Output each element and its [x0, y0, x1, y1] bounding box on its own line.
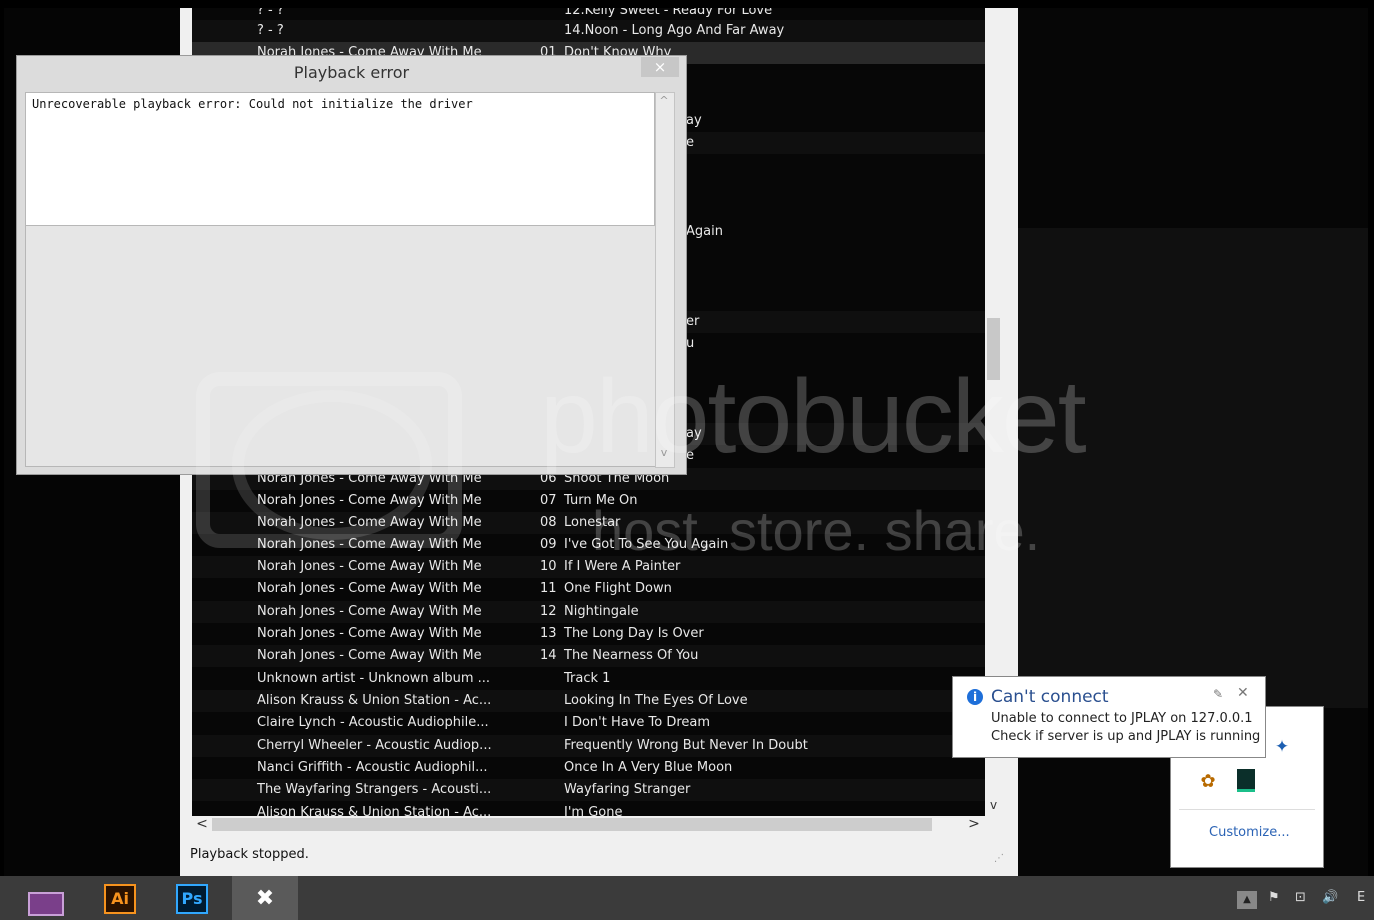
track-title-cell: Track 1: [564, 671, 611, 686]
track-title-cell: I Don't Have To Dream: [564, 715, 711, 730]
list-item[interactable]: ? - ? 14.Noon - Long Ago And Far Away: [192, 20, 985, 42]
artist-album-cell: Norah Jones - Come Away With Me: [257, 648, 482, 663]
track-title-cell: 14.Noon - Long Ago And Far Away: [564, 23, 785, 38]
track-title-cell: Wayfaring Stranger: [564, 782, 691, 797]
artist-album-cell: Norah Jones - Come Away With Me: [257, 581, 482, 596]
list-item[interactable]: Unknown artist - Unknown album ... Track…: [192, 668, 985, 690]
close-icon[interactable]: ✕: [1237, 685, 1249, 701]
dialog-close-button[interactable]: ×: [641, 57, 679, 77]
photoshop-icon[interactable]: Ps: [176, 884, 208, 914]
track-title-fragment: u: [686, 336, 695, 351]
artist-album-cell: Unknown artist - Unknown album ...: [257, 671, 491, 686]
track-number-cell: 12: [540, 604, 557, 619]
action-center-flag-icon[interactable]: ⚑: [1268, 890, 1280, 905]
track-title-fragment: e: [686, 135, 694, 150]
artist-album-cell: Claire Lynch - Acoustic Audiophile...: [257, 715, 489, 730]
track-title-fragment: Again: [686, 224, 723, 239]
winrar-icon[interactable]: [28, 892, 64, 916]
notification-line: Check if server is up and JPLAY is runni…: [991, 729, 1261, 744]
notification-line: Unable to connect to JPLAY on 127.0.0.1: [991, 711, 1253, 726]
artist-album-cell: Alison Krauss & Union Station - Ac...: [257, 693, 492, 708]
track-title-cell: Frequently Wrong But Never In Doubt: [564, 738, 808, 753]
list-item[interactable]: Norah Jones - Come Away With Me 12 Night…: [192, 601, 985, 623]
volume-icon[interactable]: 🔊: [1322, 890, 1338, 905]
artist-album-cell: Cherryl Wheeler - Acoustic Audiop...: [257, 738, 492, 753]
track-number-cell: 14: [540, 648, 557, 663]
connection-notification[interactable]: i Can't connect ✎ ✕ Unable to connect to…: [952, 676, 1266, 758]
info-icon: i: [967, 689, 983, 705]
illustrator-icon[interactable]: Ai: [104, 884, 136, 914]
settings-wrench-icon[interactable]: ✎: [1213, 687, 1223, 701]
artist-album-cell: Norah Jones - Come Away With Me: [257, 604, 482, 619]
watermark-brand: photobucket: [540, 359, 1087, 475]
track-number-cell: 11: [540, 581, 557, 596]
notification-title: Can't connect: [991, 687, 1109, 707]
artist-album-cell: Norah Jones - Come Away With Me: [257, 559, 482, 574]
track-number-cell: 07: [540, 493, 557, 508]
taskbar: Ai Ps ✖: [0, 876, 1374, 920]
list-item[interactable]: Alison Krauss & Union Station - Ac... Lo…: [192, 690, 985, 712]
tray-app-icon[interactable]: ✦: [1271, 737, 1293, 759]
track-title-cell: Once In A Very Blue Moon: [564, 760, 733, 775]
track-number-cell: 09: [540, 537, 557, 552]
horizontal-scroll-thumb[interactable]: [212, 818, 932, 831]
track-title-fragment: er: [686, 314, 700, 329]
status-bar-text: Playback stopped.: [190, 847, 309, 862]
track-title-cell: The Long Day Is Over: [564, 626, 704, 641]
scroll-down-arrow-icon[interactable]: v: [985, 796, 1002, 814]
track-number-cell: 08: [540, 515, 557, 530]
watermark-lens-icon: [232, 390, 432, 540]
customize-link[interactable]: Customize...: [1209, 825, 1290, 840]
list-item[interactable]: Cherryl Wheeler - Acoustic Audiop... Fre…: [192, 735, 985, 757]
list-item[interactable]: Norah Jones - Come Away With Me 13 The L…: [192, 623, 985, 645]
track-number-cell: 13: [540, 626, 557, 641]
error-message-text[interactable]: Unrecoverable playback error: Could not …: [25, 92, 655, 226]
network-icon[interactable]: ⊡: [1295, 890, 1306, 905]
track-title-cell: I'm Gone: [564, 805, 623, 816]
scroll-left-arrow-icon[interactable]: <: [193, 816, 211, 833]
jplay-tray-icon[interactable]: [1237, 769, 1255, 792]
scroll-right-arrow-icon[interactable]: >: [965, 816, 983, 833]
language-indicator[interactable]: E: [1357, 890, 1365, 905]
list-item[interactable]: Claire Lynch - Acoustic Audiophile... I …: [192, 712, 985, 734]
divider: [1179, 809, 1315, 810]
track-title-cell: Looking In The Eyes Of Love: [564, 693, 748, 708]
track-title-cell: One Flight Down: [564, 581, 672, 596]
track-title-cell: The Nearness Of You: [564, 648, 699, 663]
track-title-fragment: ay: [686, 113, 702, 128]
artist-album-cell: Alison Krauss & Union Station - Ac...: [257, 805, 492, 816]
artist-album-cell: Nanci Griffith - Acoustic Audiophil...: [257, 760, 488, 775]
artist-album-cell: ? - ?: [257, 23, 284, 38]
artist-album-cell: Norah Jones - Come Away With Me: [257, 626, 482, 641]
watermark-tagline: host. store. share.: [592, 499, 1041, 562]
list-item[interactable]: The Wayfaring Strangers - Acousti... Way…: [192, 779, 985, 801]
list-item[interactable]: Norah Jones - Come Away With Me 11 One F…: [192, 578, 985, 600]
track-title-cell: Nightingale: [564, 604, 639, 619]
track-number-cell: 10: [540, 559, 557, 574]
dialog-title: Playback error: [293, 63, 410, 82]
list-item[interactable]: Norah Jones - Come Away With Me 14 The N…: [192, 645, 985, 667]
chevron-up-icon[interactable]: ^: [655, 94, 673, 107]
resize-grip-icon[interactable]: ⋰: [994, 853, 1008, 867]
artist-album-cell: The Wayfaring Strangers - Acousti...: [257, 782, 492, 797]
foobar-icon[interactable]: ✖: [250, 884, 280, 914]
list-item[interactable]: Alison Krauss & Union Station - Ac... I'…: [192, 802, 985, 816]
tray-app-icon[interactable]: ✿: [1197, 771, 1219, 793]
list-item[interactable]: Nanci Griffith - Acoustic Audiophil... O…: [192, 757, 985, 779]
show-hidden-icons-button[interactable]: ▲: [1237, 891, 1257, 909]
